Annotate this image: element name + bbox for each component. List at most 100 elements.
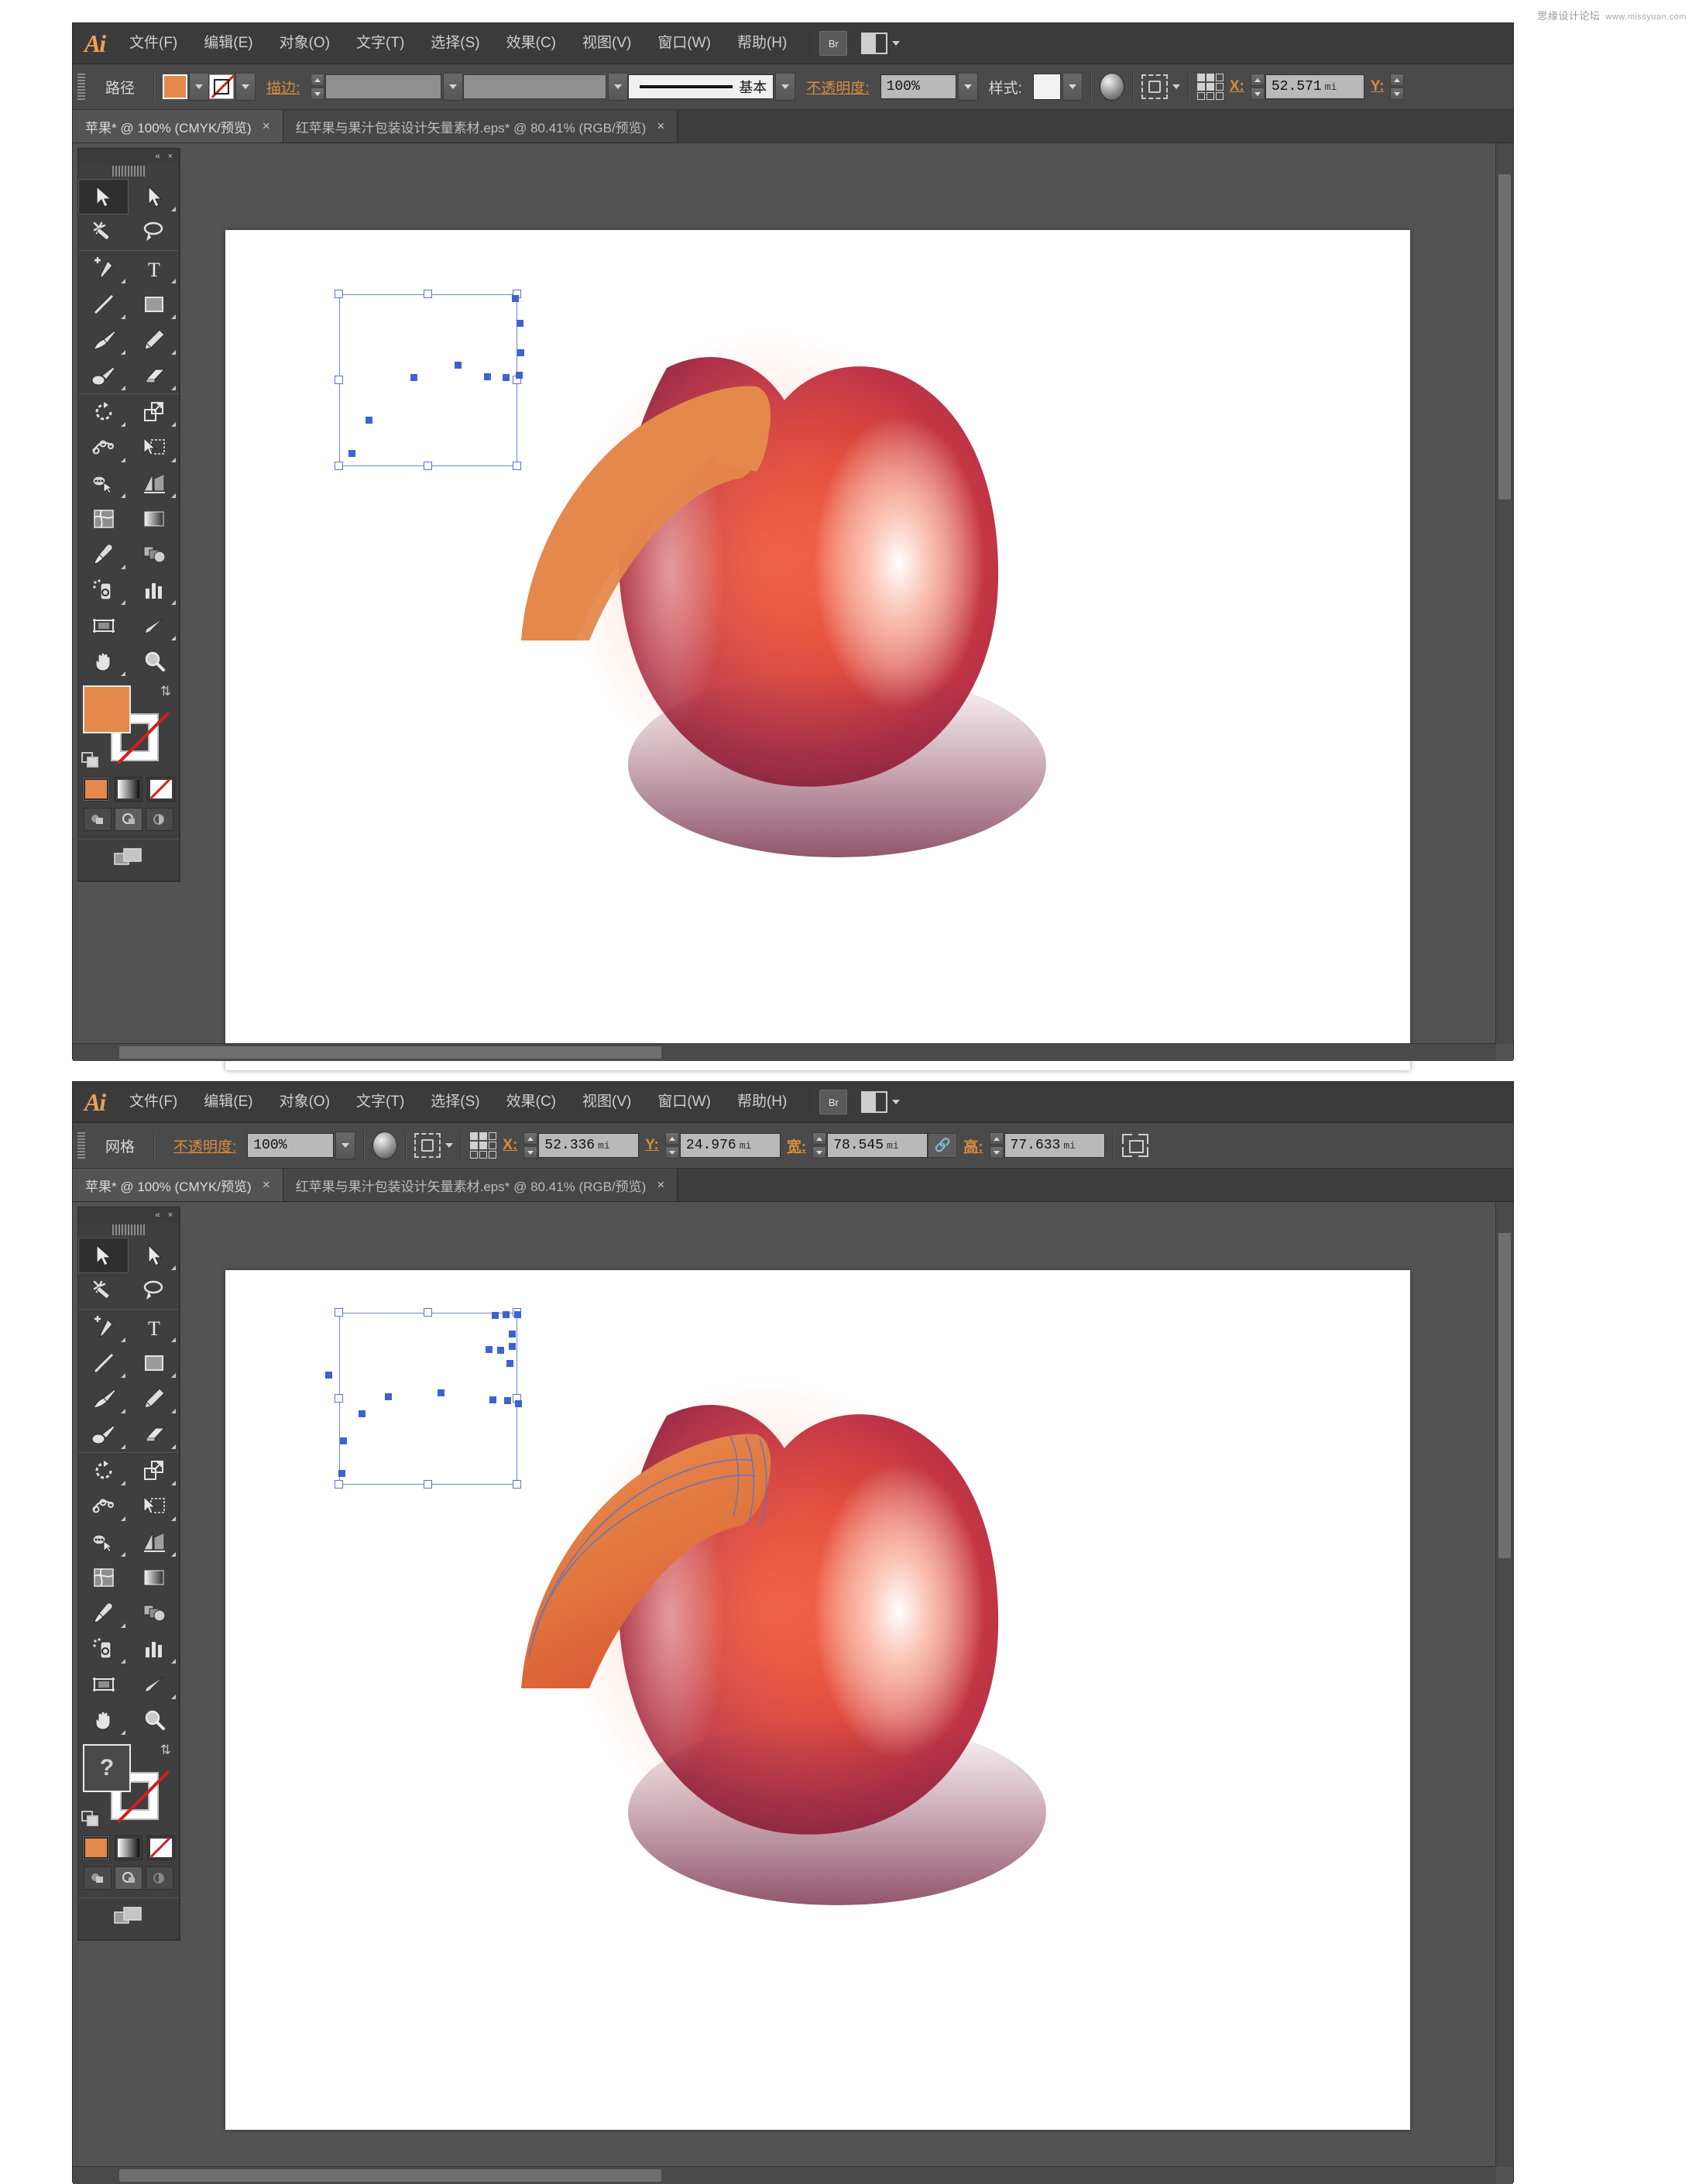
bbox-handle-tc[interactable] bbox=[424, 290, 432, 298]
document-tab-eps[interactable]: 红苹果与果汁包装设计矢量素材.eps* @ 80.41% (RGB/预览) × bbox=[283, 110, 678, 143]
lock-aspect-ratio-button[interactable]: 🔗 bbox=[928, 1133, 958, 1158]
mesh-anchor-point[interactable] bbox=[497, 1347, 504, 1354]
control-bar-gripper[interactable] bbox=[77, 1132, 85, 1159]
rectangle-tool[interactable] bbox=[129, 1345, 179, 1381]
artboard-canvas-bottom[interactable] bbox=[225, 1270, 1410, 2130]
mesh-tool[interactable] bbox=[78, 501, 129, 537]
graphic-style-swatch[interactable] bbox=[1032, 74, 1061, 100]
document-tab-apple[interactable]: 苹果* @ 100% (CMYK/预览) × bbox=[73, 110, 283, 143]
magic-wand-tool[interactable] bbox=[78, 215, 129, 250]
transform-panel-icon[interactable] bbox=[1121, 1134, 1148, 1157]
artboard-tool[interactable] bbox=[78, 1667, 129, 1702]
slice-tool[interactable] bbox=[129, 1667, 179, 1702]
stroke-color-swatch-none[interactable] bbox=[209, 74, 235, 99]
menu-window[interactable]: 窗口(W) bbox=[644, 23, 724, 64]
opacity-field[interactable]: 100% bbox=[880, 74, 956, 99]
stroke-weight-stepper[interactable] bbox=[311, 74, 325, 100]
select-similar-icon[interactable] bbox=[414, 1133, 441, 1158]
swap-fill-stroke-icon[interactable]: ⇅ bbox=[160, 684, 171, 699]
draw-normal-button[interactable] bbox=[84, 808, 112, 831]
scrollbar-thumb[interactable] bbox=[119, 1046, 661, 1059]
stroke-color-dropdown[interactable] bbox=[235, 73, 256, 101]
mesh-anchor-point[interactable] bbox=[486, 1346, 493, 1353]
mesh-anchor-point[interactable] bbox=[489, 1396, 496, 1403]
blend-tool[interactable] bbox=[129, 537, 179, 572]
path-anchor-point[interactable] bbox=[348, 450, 355, 457]
blob-brush-tool[interactable] bbox=[78, 358, 129, 393]
menu-type[interactable]: 文字(T) bbox=[343, 1082, 417, 1122]
stroke-profile-field[interactable] bbox=[463, 74, 607, 99]
mesh-anchor-point[interactable] bbox=[340, 1437, 347, 1444]
pencil-tool[interactable] bbox=[129, 322, 179, 358]
menu-file[interactable]: 文件(F) bbox=[116, 23, 190, 64]
rotate-tool[interactable] bbox=[78, 394, 129, 430]
mesh-anchor-point[interactable] bbox=[438, 1389, 444, 1396]
fill-color-dropdown[interactable] bbox=[189, 73, 210, 101]
pen-tool[interactable] bbox=[78, 251, 129, 287]
menu-type[interactable]: 文字(T) bbox=[343, 23, 417, 64]
opacity-dropdown[interactable] bbox=[335, 1131, 356, 1159]
mesh-anchor-point[interactable] bbox=[325, 1372, 332, 1379]
column-graph-tool[interactable] bbox=[129, 1631, 179, 1667]
color-mode-none-button[interactable] bbox=[147, 777, 175, 802]
y-position-field[interactable]: 24.976 mi bbox=[679, 1133, 781, 1158]
shape-builder-tool[interactable] bbox=[78, 1524, 129, 1560]
menu-effect[interactable]: 效果(C) bbox=[493, 23, 569, 64]
lasso-tool[interactable] bbox=[129, 1273, 179, 1309]
menu-effect[interactable]: 效果(C) bbox=[493, 1082, 569, 1122]
close-icon[interactable]: × bbox=[168, 1210, 173, 1220]
artboard-canvas-top[interactable] bbox=[225, 230, 1410, 1070]
column-graph-tool[interactable] bbox=[129, 572, 179, 608]
mesh-anchor-point[interactable] bbox=[514, 1311, 521, 1318]
x-position-stepper[interactable] bbox=[1250, 74, 1265, 100]
menu-select[interactable]: 选择(S) bbox=[417, 23, 493, 64]
zoom-tool[interactable] bbox=[129, 1702, 179, 1738]
width-tool[interactable] bbox=[78, 1489, 129, 1524]
line-segment-tool[interactable] bbox=[78, 1345, 129, 1381]
paintbrush-tool[interactable] bbox=[78, 1381, 129, 1417]
brush-definition-dropdown[interactable] bbox=[775, 73, 796, 101]
mesh-anchor-point[interactable] bbox=[492, 1312, 499, 1319]
close-icon[interactable]: × bbox=[263, 1177, 270, 1193]
fill-color-swatch[interactable] bbox=[163, 74, 188, 99]
free-transform-tool[interactable] bbox=[129, 1489, 179, 1524]
bridge-button[interactable]: Br bbox=[819, 1090, 848, 1114]
path-anchor-point[interactable] bbox=[484, 373, 491, 380]
draw-inside-button[interactable] bbox=[146, 808, 173, 831]
collapse-icon[interactable]: « bbox=[155, 152, 160, 161]
width-field[interactable]: 78.545 mi bbox=[827, 1133, 928, 1158]
width-tool[interactable] bbox=[78, 430, 129, 465]
magic-wand-tool[interactable] bbox=[78, 1273, 129, 1309]
x-position-field[interactable]: 52.336 mi bbox=[538, 1133, 640, 1158]
collapse-icon[interactable]: « bbox=[155, 1210, 160, 1220]
selection-tool[interactable] bbox=[78, 179, 129, 215]
line-segment-tool[interactable] bbox=[78, 287, 129, 322]
close-icon[interactable]: × bbox=[657, 1177, 664, 1193]
close-icon[interactable]: × bbox=[263, 118, 270, 134]
close-icon[interactable]: × bbox=[657, 118, 664, 134]
x-position-stepper[interactable] bbox=[523, 1132, 538, 1159]
path-anchor-point[interactable] bbox=[512, 295, 519, 302]
path-anchor-point[interactable] bbox=[517, 349, 524, 356]
vertical-scrollbar-bottom[interactable] bbox=[1495, 1202, 1513, 2167]
select-similar-chevron-icon[interactable] bbox=[445, 1143, 454, 1148]
color-mode-gradient-button[interactable] bbox=[115, 1835, 142, 1860]
y-position-stepper[interactable] bbox=[1390, 74, 1405, 100]
tools-panel-gripper[interactable] bbox=[112, 1224, 145, 1235]
eyedropper-tool[interactable] bbox=[78, 1595, 129, 1631]
bbox-handle-br[interactable] bbox=[513, 462, 521, 470]
eyedropper-tool[interactable] bbox=[78, 537, 129, 572]
rectangle-tool[interactable] bbox=[129, 287, 179, 322]
bbox-handle-tl[interactable] bbox=[335, 290, 343, 298]
blob-brush-tool[interactable] bbox=[78, 1417, 129, 1452]
appearance-sphere-icon[interactable] bbox=[372, 1131, 398, 1159]
default-fill-stroke-icon[interactable] bbox=[81, 1811, 98, 1826]
fill-color-swatch[interactable] bbox=[83, 685, 131, 733]
pen-tool[interactable] bbox=[78, 1310, 129, 1345]
eraser-tool[interactable] bbox=[129, 1417, 179, 1452]
direct-selection-tool[interactable] bbox=[129, 1238, 179, 1273]
mesh-tool[interactable] bbox=[78, 1560, 129, 1595]
align-options-icon[interactable] bbox=[470, 1132, 497, 1159]
path-anchor-point[interactable] bbox=[517, 320, 523, 327]
draw-inside-button[interactable] bbox=[146, 1866, 173, 1890]
